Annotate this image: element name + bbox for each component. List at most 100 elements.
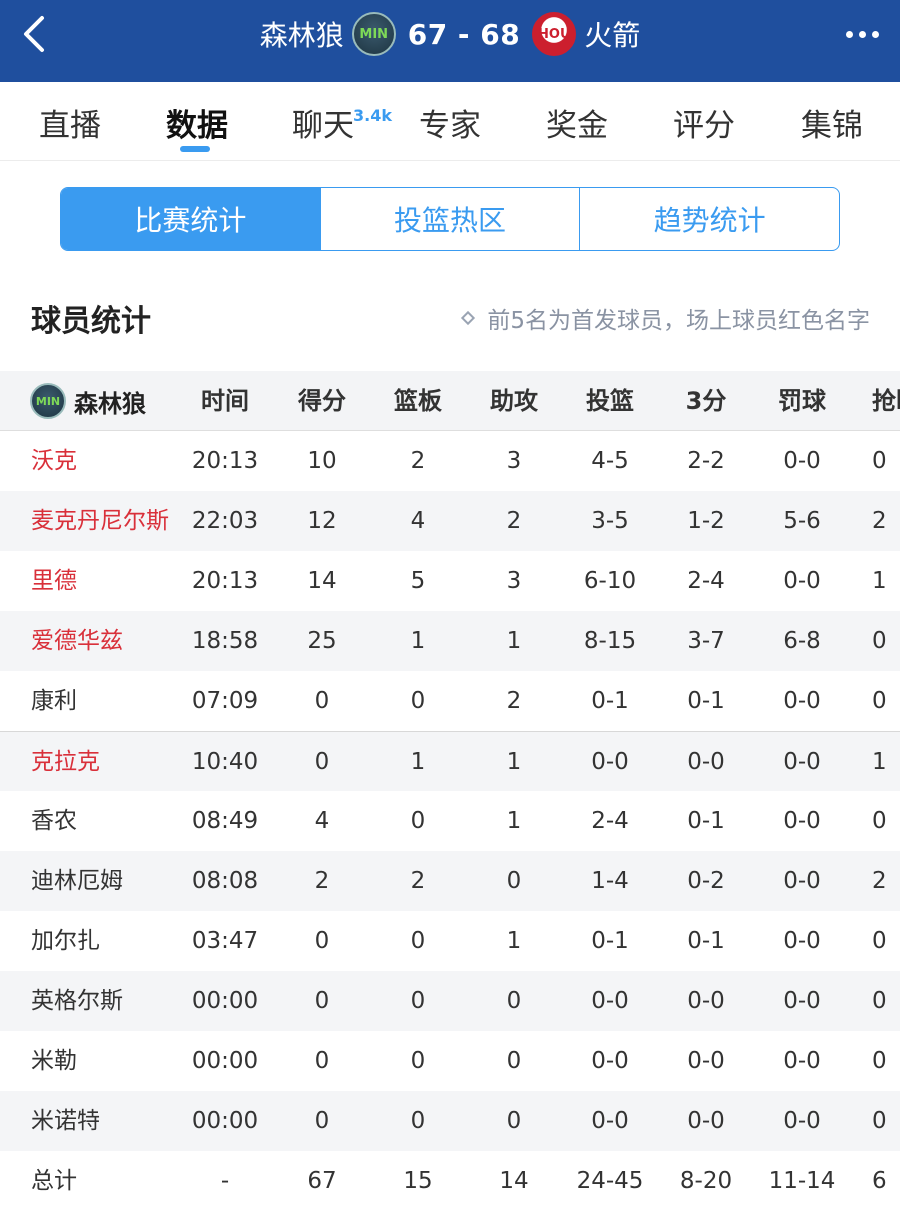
- cell-free-throws: 0-0: [783, 928, 821, 954]
- table-row[interactable]: 克拉克 10:40 0 1 1 0-0 0-0 0-0 1: [0, 731, 900, 791]
- cell-rebounds: 1: [410, 749, 426, 775]
- cell-points: 0: [314, 1048, 330, 1074]
- col-header-steals[interactable]: 抢断: [872, 371, 900, 431]
- cell-field-goals: 0-1: [591, 928, 629, 954]
- cell-field-goals: 8-15: [583, 628, 637, 654]
- player-name[interactable]: 里德: [31, 551, 77, 611]
- cell-assists: 0: [506, 988, 522, 1014]
- segment-game-stats[interactable]: 比赛统计: [61, 188, 320, 250]
- col-header-free-throws[interactable]: 罚球: [762, 371, 842, 431]
- cell-free-throws: 0-0: [783, 988, 821, 1014]
- table-row[interactable]: 米诺特 00:00 0 0 0 0-0 0-0 0-0 0: [0, 1091, 900, 1151]
- player-name[interactable]: 迪林厄姆: [31, 851, 123, 911]
- cell-rebounds: 4: [410, 508, 426, 534]
- cell-three-pointers: 0-1: [687, 688, 725, 714]
- table-row[interactable]: 沃克 20:13 10 2 3 4-5 2-2 0-0 0: [0, 431, 900, 491]
- tab-bonus[interactable]: 奖金: [546, 100, 608, 145]
- table-row[interactable]: 麦克丹尼尔斯 22:03 12 4 2 3-5 1-2 5-6 2: [0, 491, 900, 551]
- cell-time: 18:58: [191, 628, 259, 654]
- player-name[interactable]: 克拉克: [31, 732, 100, 792]
- cell-assists: 0: [506, 868, 522, 894]
- cell-steals: 0: [872, 1108, 887, 1134]
- cell-free-throws: 0-0: [783, 868, 821, 894]
- table-row[interactable]: 英格尔斯 00:00 0 0 0 0-0 0-0 0-0 0: [0, 971, 900, 1031]
- col-header-time[interactable]: 时间: [185, 371, 265, 431]
- cell-free-throws: 0-0: [783, 1108, 821, 1134]
- player-name[interactable]: 米诺特: [31, 1091, 100, 1151]
- player-name[interactable]: 总计: [31, 1151, 77, 1211]
- tab-live[interactable]: 直播: [39, 100, 101, 145]
- cell-time: 00:00: [191, 1048, 259, 1074]
- cell-time: 22:03: [191, 508, 259, 534]
- cell-field-goals: 0-0: [591, 988, 629, 1014]
- cell-steals: 0: [872, 928, 887, 954]
- cell-steals: 0: [872, 808, 887, 834]
- cell-three-pointers: 2-4: [687, 568, 725, 594]
- player-name[interactable]: 米勒: [31, 1031, 77, 1091]
- tab-chat[interactable]: 聊天: [292, 100, 354, 145]
- col-header-rebounds[interactable]: 篮板: [378, 371, 458, 431]
- cell-three-pointers: 2-2: [687, 448, 725, 474]
- more-dots-icon: [845, 30, 853, 38]
- segment-shot-zones[interactable]: 投篮热区: [319, 188, 580, 250]
- tab-experts[interactable]: 专家: [419, 100, 481, 145]
- table-row[interactable]: 里德 20:13 14 5 3 6-10 2-4 0-0 1: [0, 551, 900, 611]
- table-row[interactable]: 香农 08:49 4 0 1 2-4 0-1 0-0 0: [0, 791, 900, 851]
- cell-three-pointers: 3-7: [687, 628, 725, 654]
- cell-three-pointers: 0-2: [687, 868, 725, 894]
- cell-assists: 1: [506, 808, 522, 834]
- cell-three-pointers: 0-0: [687, 1108, 725, 1134]
- stats-segment-control: 比赛统计 投篮热区 趋势统计: [60, 187, 840, 251]
- table-row[interactable]: 康利 07:09 0 0 2 0-1 0-1 0-0 0: [0, 671, 900, 731]
- player-name[interactable]: 英格尔斯: [31, 971, 123, 1031]
- cell-assists: 3: [506, 568, 522, 594]
- col-header-assists[interactable]: 助攻: [474, 371, 554, 431]
- player-name[interactable]: 沃克: [31, 431, 77, 491]
- tab-stats[interactable]: 数据: [166, 100, 228, 145]
- table-total-row[interactable]: 总计 - 67 15 14 24-45 8-20 11-14 6: [0, 1151, 900, 1211]
- cell-steals: 0: [872, 688, 887, 714]
- away-team-name: 火箭: [584, 19, 641, 52]
- cell-field-goals: 0-0: [591, 1108, 629, 1134]
- table-team-name: 森林狼: [74, 389, 146, 418]
- col-header-field-goals[interactable]: 投篮: [570, 371, 650, 431]
- cell-points: 25: [307, 628, 337, 654]
- cell-points: 10: [307, 448, 337, 474]
- cell-field-goals: 3-5: [591, 508, 629, 534]
- cell-free-throws: 0-0: [783, 808, 821, 834]
- more-button[interactable]: [838, 16, 886, 52]
- cell-free-throws: 0-0: [783, 448, 821, 474]
- cell-field-goals: 0-0: [591, 1048, 629, 1074]
- segment-trend-stats[interactable]: 趋势统计: [579, 188, 839, 250]
- cell-assists: 1: [506, 749, 522, 775]
- cell-points: 67: [307, 1168, 337, 1194]
- player-name[interactable]: 麦克丹尼尔斯: [31, 491, 169, 551]
- table-team-label: MIN 森林狼: [30, 383, 146, 419]
- table-row[interactable]: 米勒 00:00 0 0 0 0-0 0-0 0-0 0: [0, 1031, 900, 1091]
- cell-rebounds: 0: [410, 1048, 426, 1074]
- section-note: 前5名为首发球员，场上球员红色名字: [461, 301, 870, 335]
- cell-steals: 0: [872, 628, 887, 654]
- min-logo-icon: MIN: [30, 383, 66, 419]
- tab-ratings[interactable]: 评分: [673, 100, 735, 145]
- table-row[interactable]: 加尔扎 03:47 0 0 1 0-1 0-1 0-0 0: [0, 911, 900, 971]
- cell-assists: 2: [506, 508, 522, 534]
- cell-points: 0: [314, 749, 330, 775]
- table-row[interactable]: 迪林厄姆 08:08 2 2 0 1-4 0-2 0-0 2: [0, 851, 900, 911]
- cell-points: 0: [314, 1108, 330, 1134]
- cell-field-goals: 0-0: [591, 749, 629, 775]
- player-name[interactable]: 香农: [31, 791, 77, 851]
- cell-field-goals: 2-4: [591, 808, 629, 834]
- cell-steals: 6: [872, 1168, 887, 1194]
- player-name[interactable]: 康利: [31, 671, 77, 731]
- cell-three-pointers: 0-1: [687, 808, 725, 834]
- tab-highlights[interactable]: 集锦: [801, 100, 863, 145]
- player-stats-table: MIN 森林狼 时间 得分 篮板 助攻 投篮 3分 罚球 抢断 沃克 20:13 1…: [0, 371, 900, 1211]
- col-header-points[interactable]: 得分: [282, 371, 362, 431]
- col-header-three-pointers[interactable]: 3分: [666, 371, 746, 431]
- cell-time: 00:00: [191, 1108, 259, 1134]
- player-name[interactable]: 爱德华兹: [31, 611, 123, 671]
- player-name[interactable]: 加尔扎: [31, 911, 100, 971]
- home-team-name: 森林狼: [259, 19, 344, 52]
- table-row[interactable]: 爱德华兹 18:58 25 1 1 8-15 3-7 6-8 0: [0, 611, 900, 671]
